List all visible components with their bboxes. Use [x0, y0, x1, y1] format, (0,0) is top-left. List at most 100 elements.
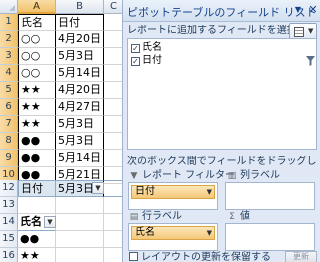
- cell-a3[interactable]: ○○: [18, 48, 56, 65]
- row-header[interactable]: 8: [0, 133, 18, 150]
- values-drop-area[interactable]: [225, 223, 315, 251]
- cell-c12[interactable]: [104, 180, 122, 197]
- sheet-row-3: 3 ○○ 5月3日: [0, 48, 122, 65]
- row-header[interactable]: 14: [0, 214, 18, 231]
- cell-b6[interactable]: 4月27日: [56, 99, 104, 116]
- cell-a8[interactable]: ●●: [18, 133, 56, 150]
- cell-a6[interactable]: ★★: [18, 99, 56, 116]
- cell-b9[interactable]: 5月14日: [56, 150, 104, 167]
- row-labels-label-text: 行ラベル: [142, 211, 182, 222]
- defer-layout-update-option[interactable]: レイアウトの更新を保留する: [129, 252, 271, 262]
- column-labels-label-text: 列ラベル: [240, 170, 280, 181]
- cell-c15[interactable]: [104, 231, 122, 248]
- cell-c1[interactable]: [104, 14, 122, 31]
- report-filter-field-pill[interactable]: 日付 ▼: [131, 185, 215, 199]
- filter-funnel-icon: ▼: [95, 184, 101, 192]
- row-header[interactable]: 12: [0, 180, 18, 197]
- cell-c9[interactable]: [104, 150, 122, 167]
- cell-c3[interactable]: [104, 48, 122, 65]
- cell-c2[interactable]: [104, 31, 122, 48]
- pivot-row-item[interactable]: ★★: [18, 248, 56, 262]
- row-header[interactable]: 3: [0, 48, 18, 65]
- column-labels-drop-area[interactable]: [225, 182, 315, 210]
- cell-c8[interactable]: [104, 133, 122, 150]
- defer-layout-update-label: レイアウトの更新を保留する: [141, 252, 271, 262]
- sheet-row-16: 16 ★★: [0, 248, 122, 262]
- pivot-filter-label-cell[interactable]: 日付: [18, 180, 56, 197]
- panel-options-dropdown-icon[interactable]: ▼: [293, 5, 303, 15]
- close-icon[interactable]: ✕: [307, 4, 319, 16]
- cell-a9[interactable]: ●●: [18, 150, 56, 167]
- cell-b7[interactable]: 5月3日: [56, 116, 104, 133]
- column-header-c[interactable]: C: [104, 0, 122, 14]
- sheet-row-5: 5 ★★ 4月20日: [0, 82, 122, 99]
- sheet-row-14: 14 氏名 ▼: [0, 214, 122, 231]
- cell-a13[interactable]: [18, 197, 56, 214]
- cell-a1[interactable]: 氏名: [18, 14, 56, 31]
- column-header-a[interactable]: A: [18, 0, 56, 14]
- field-list-box[interactable]: ✓ 氏名 ✓ 日付: [127, 38, 317, 150]
- cell-c16[interactable]: [104, 248, 122, 262]
- row-header[interactable]: 9: [0, 150, 18, 167]
- cell-b4[interactable]: 5月14日: [56, 65, 104, 82]
- field-date-checkbox[interactable]: ✓: [131, 57, 140, 66]
- panel-title: ピボットテーブルのフィールド リスト: [127, 6, 317, 19]
- cell-a2[interactable]: ○○: [18, 31, 56, 48]
- cell-c6[interactable]: [104, 99, 122, 116]
- row-header[interactable]: 2: [0, 31, 18, 48]
- row-header[interactable]: 15: [0, 231, 18, 248]
- cell-a4[interactable]: ○○: [18, 65, 56, 82]
- cell-c7[interactable]: [104, 116, 122, 133]
- row-header[interactable]: 4: [0, 65, 18, 82]
- sheet-row-12: 12 日付 5月3日 ▼: [0, 180, 122, 197]
- field-item-name[interactable]: ✓ 氏名: [131, 41, 162, 54]
- update-button[interactable]: 更新: [285, 251, 317, 262]
- column-header-b[interactable]: B: [56, 0, 104, 14]
- field-item-date[interactable]: ✓ 日付: [131, 54, 162, 67]
- drag-fields-label: 次のボックス間でフィールドをドラッグしてください:: [127, 156, 317, 167]
- date-filter-dropdown-button[interactable]: ▼: [92, 182, 104, 194]
- cell-b16[interactable]: [56, 248, 104, 262]
- select-all-corner[interactable]: [0, 0, 18, 14]
- cell-b2[interactable]: 4月20日: [56, 31, 104, 48]
- row-header[interactable]: 6: [0, 99, 18, 116]
- cell-a7[interactable]: ★★: [18, 116, 56, 133]
- cell-b15[interactable]: [56, 231, 104, 248]
- sheet-row-1: 1 氏名 日付: [0, 14, 122, 31]
- row-header[interactable]: 16: [0, 248, 18, 262]
- panel-title-bar[interactable]: ピボットテーブルのフィールド リスト ▼ ✕: [123, 0, 320, 22]
- cell-b13[interactable]: [56, 197, 104, 214]
- defer-layout-update-checkbox[interactable]: [129, 252, 138, 261]
- row-header[interactable]: 5: [0, 82, 18, 99]
- row-labels-field-pill[interactable]: 氏名 ▼: [131, 226, 215, 240]
- cell-b14[interactable]: [56, 214, 104, 231]
- choose-fields-label: レポートに追加するフィールドを選択してください:: [127, 25, 289, 36]
- field-name-checkbox[interactable]: ✓: [131, 44, 140, 53]
- sheet-row-15: 15 ●●: [0, 231, 122, 248]
- layout-icon: [294, 27, 304, 37]
- row-header[interactable]: 1: [0, 14, 18, 31]
- sheet-row-2: 2 ○○ 4月20日: [0, 31, 122, 48]
- sheet-row-13: 13: [0, 197, 122, 214]
- pivot-field-list-panel: ピボットテーブルのフィールド リスト ▼ ✕ レポートに追加するフィールドを選択…: [122, 0, 320, 262]
- spreadsheet-grid[interactable]: A B C 1 氏名 日付 2 ○○ 4月20日 3 ○○ 5月3日 4 ○○ …: [0, 0, 122, 262]
- row-header[interactable]: 7: [0, 116, 18, 133]
- cell-b1[interactable]: 日付: [56, 14, 104, 31]
- field-date-label: 日付: [142, 55, 162, 66]
- field-name-label: 氏名: [142, 42, 162, 53]
- sheet-row-4: 4 ○○ 5月14日: [0, 65, 122, 82]
- cell-a5[interactable]: ★★: [18, 82, 56, 99]
- row-labels-drop-area[interactable]: 氏名 ▼: [128, 223, 218, 251]
- row-header[interactable]: 13: [0, 197, 18, 214]
- cell-c14[interactable]: [104, 214, 122, 231]
- cell-c5[interactable]: [104, 82, 122, 99]
- report-filter-drop-area[interactable]: 日付 ▼: [128, 182, 218, 210]
- cell-b8[interactable]: 5月3日: [56, 133, 104, 150]
- cell-c4[interactable]: [104, 65, 122, 82]
- cell-b3[interactable]: 5月3日: [56, 48, 104, 65]
- chevron-down-icon: ▼: [206, 229, 212, 237]
- cell-b5[interactable]: 4月20日: [56, 82, 104, 99]
- cell-c13[interactable]: [104, 197, 122, 214]
- name-filter-dropdown-button[interactable]: ▼: [44, 216, 56, 228]
- pivot-row-item[interactable]: ●●: [18, 231, 56, 248]
